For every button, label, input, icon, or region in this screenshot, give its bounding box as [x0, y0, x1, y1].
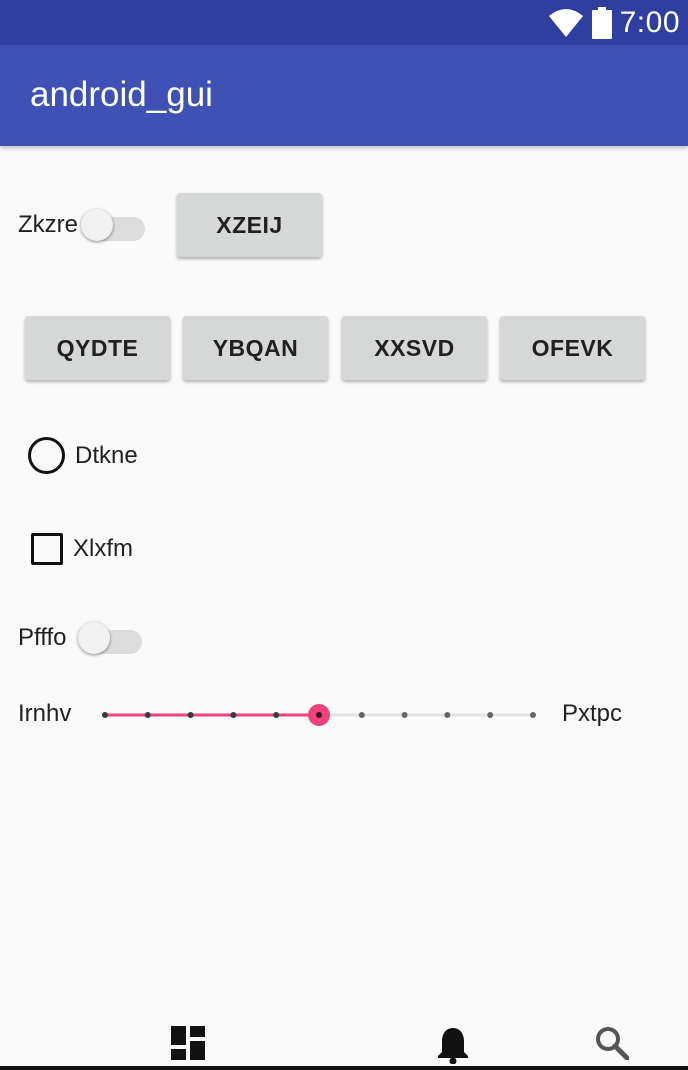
- slider-tick: [187, 712, 194, 718]
- switch-label-pfffo: Pfffo: [18, 624, 67, 651]
- xlxfm-checkbox[interactable]: Xlxfm: [31, 533, 133, 565]
- slider-tick: [530, 712, 536, 718]
- slider-tick: [487, 712, 494, 718]
- bottom-navigation: [0, 1010, 688, 1070]
- battery-icon: [591, 7, 612, 39]
- dashboard-icon[interactable]: [171, 1026, 205, 1060]
- app-title: android_gui: [30, 75, 213, 114]
- xzeij-button[interactable]: XZEIJ: [177, 193, 322, 257]
- radio-label: Dtkne: [75, 441, 138, 469]
- xxsvd-button[interactable]: XXSVD: [342, 316, 487, 380]
- slider-thumb-tick: [316, 712, 322, 718]
- app-bar: android_gui: [0, 45, 688, 146]
- wifi-icon: [548, 9, 583, 37]
- zkzre-switch[interactable]: [81, 205, 145, 245]
- slider-tick: [358, 712, 365, 718]
- slider-graphic: [102, 704, 536, 726]
- status-icons: 7:00: [548, 5, 680, 41]
- ofevk-button[interactable]: OFEVK: [500, 316, 645, 380]
- irnhv-slider[interactable]: [96, 697, 542, 733]
- slider-tick: [230, 712, 237, 718]
- slider-tick: [102, 712, 108, 718]
- bottom-edge: [0, 1066, 688, 1070]
- search-icon[interactable]: [595, 1026, 629, 1060]
- switch-thumb: [81, 209, 113, 241]
- slider-max-label: Pxtpc: [562, 700, 623, 727]
- slider-tick: [401, 712, 408, 718]
- checkbox-box-icon: [31, 533, 63, 565]
- radio-circle-icon: [28, 437, 65, 474]
- slider-tick: [144, 712, 151, 718]
- qydte-button[interactable]: QYDTE: [25, 316, 170, 380]
- checkbox-label: Xlxfm: [73, 535, 133, 562]
- switch-thumb: [78, 622, 110, 654]
- dtkne-radio[interactable]: Dtkne: [28, 437, 138, 474]
- switch-label-zkzre: Zkzre: [18, 211, 78, 238]
- slider-tick: [273, 712, 280, 718]
- slider-min-label: Irnhv: [18, 700, 72, 727]
- slider-tick: [444, 712, 451, 718]
- status-time: 7:00: [619, 6, 680, 39]
- ybqan-button[interactable]: YBQAN: [183, 316, 328, 380]
- pfffo-switch[interactable]: [78, 618, 142, 658]
- status-bar: 7:00: [0, 0, 688, 45]
- notifications-icon[interactable]: [437, 1026, 469, 1064]
